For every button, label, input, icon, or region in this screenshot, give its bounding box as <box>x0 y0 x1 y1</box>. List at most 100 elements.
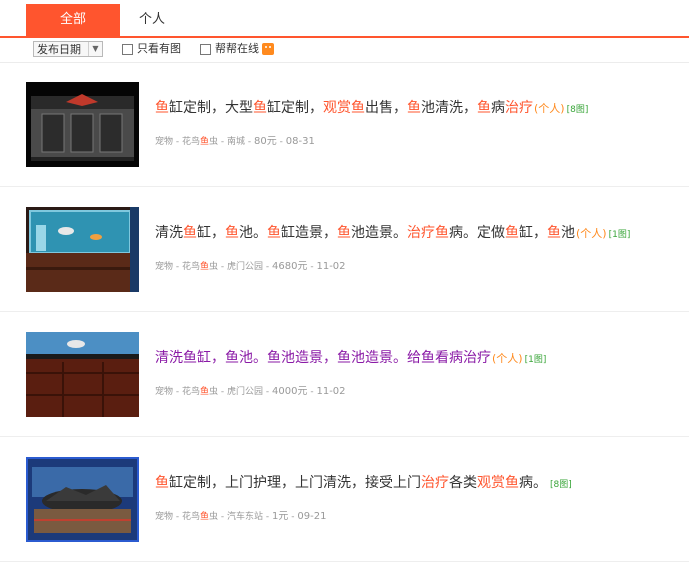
subcategory-part: 鱼 <box>200 512 210 522</box>
title-part: 缸定制，大型 <box>169 100 253 116</box>
category[interactable]: 宠物 <box>155 512 173 522</box>
listing-title-text[interactable]: 鱼缸定制，大型鱼缸定制，观赏鱼出售，鱼池清洗，鱼病治疗 <box>155 100 533 116</box>
only-pic-label: 只看有图 <box>137 42 181 55</box>
title-part: 池造景。 <box>351 225 407 241</box>
chevron-down-icon: ▼ <box>88 42 102 56</box>
category[interactable]: 宠物 <box>155 387 173 397</box>
title-part: 治疗鱼 <box>407 225 449 241</box>
category[interactable]: 宠物 <box>155 137 173 147</box>
list-item: 清洗鱼缸，鱼池。鱼池造景，鱼池造景。给鱼看病治疗(个人) [1图] 宠物 - 花鸟… <box>0 312 689 437</box>
title-part: 鱼 <box>407 100 421 116</box>
title-part: 鱼 <box>337 225 351 241</box>
title-part: 池清洗， <box>421 100 477 116</box>
title-part: 治疗 <box>421 475 449 491</box>
subcategory-part: 鱼 <box>200 387 210 397</box>
personal-tag: (个人) <box>534 102 565 115</box>
listing-title[interactable]: 清洗鱼缸，鱼池。鱼缸造景，鱼池造景。治疗鱼病。定做鱼缸，鱼池(个人) [1图] <box>155 223 630 245</box>
listing-title[interactable]: 清洗鱼缸，鱼池。鱼池造景，鱼池造景。给鱼看病治疗(个人) [1图] <box>155 348 546 370</box>
listing-thumbnail[interactable] <box>26 82 139 167</box>
listing-meta: 宠物 - 花鸟鱼虫 - 南城 - 80元 - 08-31 <box>155 136 315 147</box>
pic-count: [8图] <box>550 480 572 490</box>
listing-list: 鱼缸定制，大型鱼缸定制，观赏鱼出售，鱼池清洗，鱼病治疗(个人) [8图] 宠物 -… <box>0 62 689 562</box>
sort-select[interactable]: 发布日期 ▼ <box>33 41 103 57</box>
title-part: 观赏鱼 <box>477 475 519 491</box>
bangbang-icon <box>262 43 274 55</box>
date: 08-31 <box>285 136 315 147</box>
title-part: 池。 <box>239 225 267 241</box>
title-part: 鱼 <box>547 225 561 241</box>
title-part: 缸， <box>519 225 547 241</box>
subcategory[interactable]: 花鸟鱼虫 <box>182 512 218 522</box>
subcategory-part: 鱼 <box>200 262 210 272</box>
title-part: 观赏鱼 <box>323 100 365 116</box>
list-item: 鱼缸定制，上门护理，上门清洗，接受上门治疗各类观赏鱼病。 [8图] 宠物 - 花鸟… <box>0 437 689 562</box>
subcategory[interactable]: 花鸟鱼虫 <box>182 137 218 147</box>
date: 09-21 <box>297 511 327 522</box>
subcategory-part: 花鸟 <box>182 137 201 147</box>
price: 1元 <box>272 511 289 522</box>
price: 4680元 <box>272 261 308 272</box>
title-part: 缸定制，上门护理，上门清洗，接受上门 <box>169 475 421 491</box>
listing-thumbnail[interactable] <box>26 457 139 542</box>
area[interactable]: 虎门公园 <box>227 262 263 272</box>
tab-personal[interactable]: 个人 <box>120 4 184 36</box>
subcategory-part: 虫 <box>209 262 219 272</box>
sort-select-value: 发布日期 <box>37 43 81 56</box>
filter-tabs: 全部 个人 <box>0 0 689 38</box>
title-part: 病。定做 <box>449 225 505 241</box>
subcategory-part: 鱼 <box>200 137 210 147</box>
title-part: 缸定制， <box>267 100 323 116</box>
listing-title-text[interactable]: 鱼缸定制，上门护理，上门清洗，接受上门治疗各类观赏鱼病。 <box>155 475 547 491</box>
bangbang-label: 帮帮在线 <box>215 42 259 55</box>
bangbang-online-checkbox[interactable]: 帮帮在线 <box>200 43 274 55</box>
listing-meta: 宠物 - 花鸟鱼虫 - 汽车东站 - 1元 - 09-21 <box>155 511 327 522</box>
personal-tag: (个人) <box>576 227 607 240</box>
title-part: 治疗 <box>505 100 533 116</box>
only-pic-checkbox[interactable]: 只看有图 <box>122 43 181 55</box>
category[interactable]: 宠物 <box>155 262 173 272</box>
listing-title[interactable]: 鱼缸定制，大型鱼缸定制，观赏鱼出售，鱼池清洗，鱼病治疗(个人) [8图] <box>155 98 588 120</box>
price: 80元 <box>254 136 277 147</box>
title-part: 清洗 <box>155 225 183 241</box>
area[interactable]: 虎门公园 <box>227 387 263 397</box>
title-part: 缸， <box>197 225 225 241</box>
subcategory-part: 虫 <box>209 137 219 147</box>
checkbox-icon[interactable] <box>200 43 211 55</box>
pic-count: [1图] <box>608 230 631 240</box>
listing-meta: 宠物 - 花鸟鱼虫 - 虎门公园 - 4680元 - 11-02 <box>155 261 346 272</box>
title-part: 鱼 <box>225 225 239 241</box>
listing-title-text[interactable]: 清洗鱼缸，鱼池。鱼缸造景，鱼池造景。治疗鱼病。定做鱼缸，鱼池 <box>155 225 575 241</box>
date: 11-02 <box>316 386 346 397</box>
title-part: 出售， <box>365 100 407 116</box>
title-part: 鱼 <box>267 225 281 241</box>
title-part: 各类 <box>449 475 477 491</box>
subcategory-part: 虫 <box>209 512 219 522</box>
title-part: 鱼 <box>155 100 169 116</box>
subcategory[interactable]: 花鸟鱼虫 <box>182 387 218 397</box>
tab-all[interactable]: 全部 <box>26 4 120 36</box>
pic-count: [8图] <box>566 105 589 115</box>
subcategory-part: 花鸟 <box>182 387 201 397</box>
listing-thumbnail[interactable] <box>26 207 139 292</box>
area[interactable]: 汽车东站 <box>227 512 263 522</box>
subcategory-part: 花鸟 <box>182 262 201 272</box>
date: 11-02 <box>316 261 346 272</box>
listing-thumbnail[interactable] <box>26 332 139 417</box>
listing-title-text[interactable]: 清洗鱼缸，鱼池。鱼池造景，鱼池造景。给鱼看病治疗 <box>155 350 491 366</box>
subcategory-part: 虫 <box>209 387 219 397</box>
subcategory[interactable]: 花鸟鱼虫 <box>182 262 218 272</box>
listing-meta: 宠物 - 花鸟鱼虫 - 虎门公园 - 4000元 - 11-02 <box>155 386 346 397</box>
title-part: 池 <box>561 225 575 241</box>
area[interactable]: 南城 <box>227 137 245 147</box>
checkbox-icon[interactable] <box>122 43 133 55</box>
personal-tag: (个人) <box>492 352 523 365</box>
title-part: 鱼 <box>183 225 197 241</box>
title-part: 病。 <box>519 475 547 491</box>
filter-bar: 发布日期 ▼ 只看有图 帮帮在线 <box>0 38 689 63</box>
title-part: 缸造景， <box>281 225 337 241</box>
listing-title[interactable]: 鱼缸定制，上门护理，上门清洗，接受上门治疗各类观赏鱼病。 [8图] <box>155 473 572 495</box>
subcategory-part: 花鸟 <box>182 512 201 522</box>
pic-count: [1图] <box>524 355 547 365</box>
title-part: 鱼 <box>155 475 169 491</box>
title-part: 鱼 <box>253 100 267 116</box>
